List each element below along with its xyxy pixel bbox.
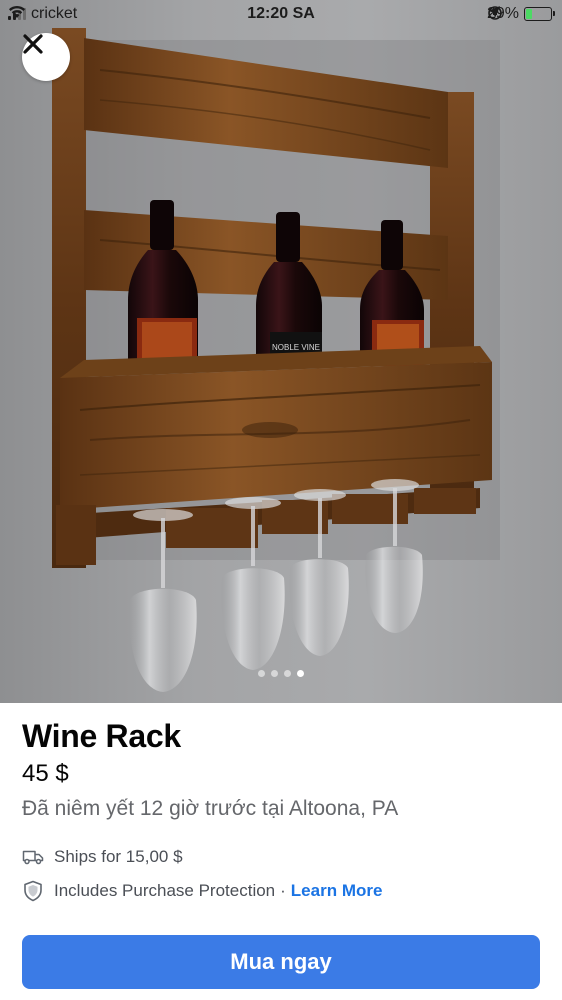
product-photo[interactable]: NOBLE VINE COLLECTION [0, 0, 562, 703]
pagination-dot[interactable] [271, 670, 278, 677]
pagination-dot[interactable] [284, 670, 291, 677]
close-icon [23, 34, 43, 54]
gallery-pagination[interactable] [0, 670, 562, 677]
location-icon [487, 6, 500, 18]
separator: · [280, 881, 286, 900]
close-button[interactable] [22, 33, 70, 81]
learn-more-link[interactable]: Learn More [291, 881, 383, 901]
listing-price: 45 $ [22, 760, 69, 787]
shield-icon [22, 880, 44, 902]
bottle-label: NOBLE VINE [272, 343, 320, 352]
battery-fill [526, 9, 532, 19]
clock: 12:20 SA [247, 5, 315, 22]
shipping-row: Ships for 15,00 $ [22, 846, 183, 868]
pagination-dot[interactable] [297, 670, 304, 677]
protection-row: Includes Purchase Protection · Learn Mor… [22, 880, 382, 902]
protection-text: Includes Purchase Protection [54, 881, 276, 900]
wine-rack-image: NOBLE VINE COLLECTION [52, 28, 500, 692]
truck-icon [22, 846, 44, 868]
buy-now-button[interactable]: Mua ngay [22, 935, 540, 989]
pagination-dot[interactable] [258, 670, 265, 677]
listing-title: Wine Rack [22, 718, 181, 754]
battery-icon [524, 7, 555, 21]
listing-location: Đã niêm yết 12 giờ trước tại Altoona, PA [22, 797, 399, 820]
status-bar: cricket 12:20 SA 29% [0, 0, 562, 30]
shipping-text: Ships for 15,00 $ [54, 847, 183, 866]
